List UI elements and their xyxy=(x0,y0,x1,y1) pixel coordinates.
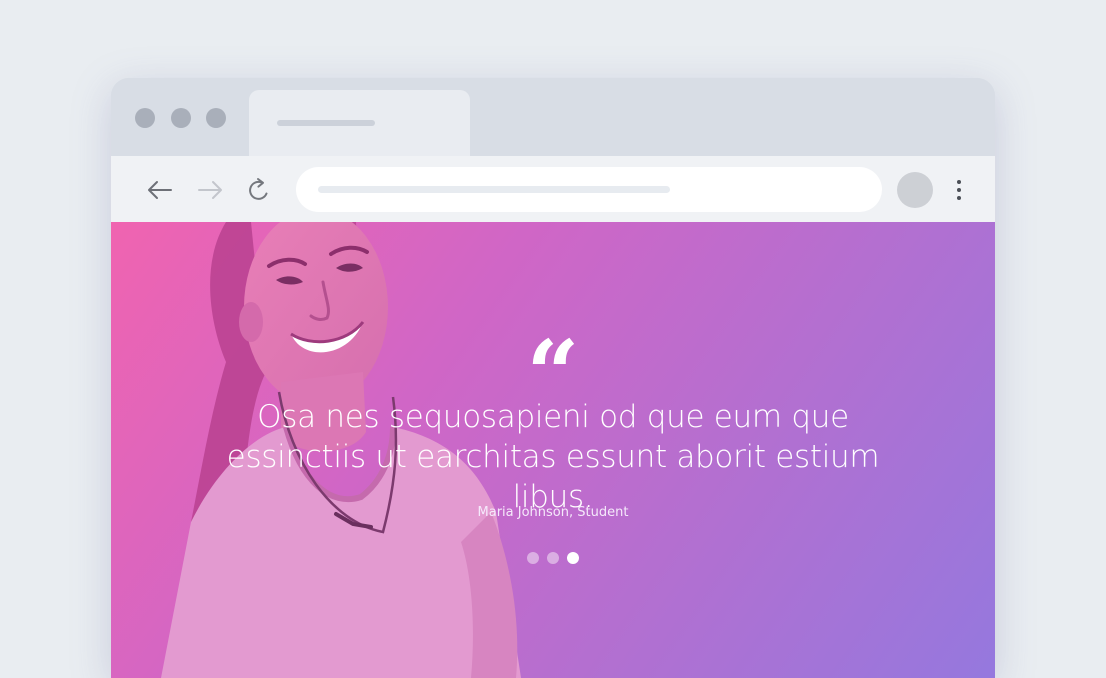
carousel-dot-3[interactable] xyxy=(567,552,579,564)
close-dot[interactable] xyxy=(135,108,155,128)
carousel-indicators xyxy=(527,552,587,564)
arrow-left-icon[interactable] xyxy=(145,176,175,204)
browser-window: “ Osa nes sequosapieni od que eum que es… xyxy=(111,78,995,678)
arrow-right-icon[interactable] xyxy=(195,176,225,204)
kebab-menu-icon[interactable] xyxy=(949,178,969,202)
maximize-dot[interactable] xyxy=(206,108,226,128)
testimonial-hero: “ Osa nes sequosapieni od que eum que es… xyxy=(111,222,995,678)
avatar[interactable] xyxy=(897,172,933,208)
carousel-dot-2[interactable] xyxy=(547,552,559,564)
browser-tab[interactable] xyxy=(249,90,470,156)
address-bar[interactable] xyxy=(296,167,882,212)
tab-title-placeholder xyxy=(277,120,375,126)
url-placeholder xyxy=(318,186,670,193)
testimonial-quote: Osa nes sequosapieni od que eum que essi… xyxy=(226,399,880,515)
minimize-dot[interactable] xyxy=(171,108,191,128)
carousel-dot-1[interactable] xyxy=(527,552,539,564)
browser-titlebar xyxy=(111,78,995,156)
reload-icon[interactable] xyxy=(245,176,275,204)
testimonial-author: Maria Johnson, Student xyxy=(477,505,629,520)
browser-toolbar xyxy=(111,156,995,222)
